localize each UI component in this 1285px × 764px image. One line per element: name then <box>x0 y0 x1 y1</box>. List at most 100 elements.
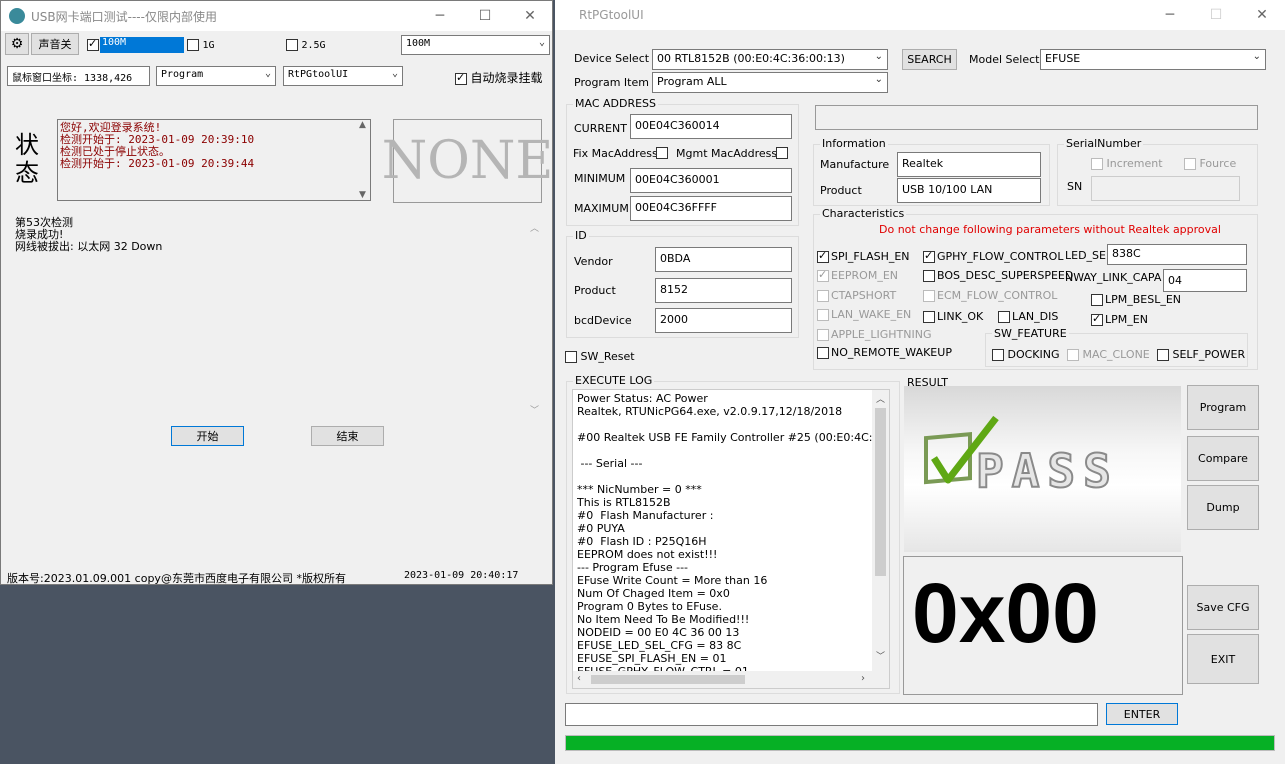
scroll-up-icon[interactable]: ︿ <box>876 392 885 405</box>
docking-checkbox[interactable] <box>992 349 1004 361</box>
minimize-icon[interactable]: ─ <box>417 1 463 31</box>
manufacture-field[interactable]: Realtek <box>897 152 1041 177</box>
maximize-icon[interactable]: ☐ <box>1193 0 1239 30</box>
execute-log-box[interactable]: Power Status: AC Power Realtek, RTUNicPG6… <box>572 389 890 689</box>
sound-toggle-button[interactable]: 声音关 <box>31 33 79 55</box>
search-button[interactable]: SEARCH <box>902 49 957 70</box>
no-remote-wakeup-option[interactable]: NO_REMOTE_WAKEUP <box>817 346 952 359</box>
vendor-field[interactable]: 0BDA <box>655 247 792 272</box>
lan-wake-en-label: LAN_WAKE_EN <box>831 308 912 321</box>
speed-1g-option[interactable]: 1G <box>187 38 215 51</box>
chevron-down-icon: ⌄ <box>538 37 545 48</box>
spi-flash-en-label: SPI_FLASH_EN <box>831 250 910 263</box>
lan-dis-checkbox[interactable] <box>998 311 1010 323</box>
sn-field[interactable] <box>1091 176 1240 201</box>
nway-field[interactable]: 04 <box>1163 269 1247 292</box>
link-ok-checkbox[interactable] <box>923 311 935 323</box>
bcd-device-field[interactable]: 2000 <box>655 308 792 333</box>
model-select-label: Model Select <box>969 53 1040 66</box>
minimum-mac-field[interactable]: 00E04C360001 <box>630 168 792 193</box>
footer-time: 2023-01-09 20:40:17 <box>404 570 519 581</box>
minimize-icon[interactable]: ─ <box>1147 0 1193 30</box>
led-sel-cfg-field[interactable]: 838C <box>1107 244 1247 265</box>
lpm-en-option[interactable]: LPM_EN <box>1091 312 1148 326</box>
scroll-right-icon[interactable]: › <box>861 673 865 684</box>
product-id-field[interactable]: 8152 <box>655 278 792 303</box>
detect-log-scrollbar[interactable]: ︿ ﹀ <box>527 215 541 420</box>
program-select[interactable]: Program ⌄ <box>156 66 276 86</box>
execute-log-line: EFUSE_SPI_FLASH_EN = 01 <box>577 652 727 665</box>
command-input[interactable] <box>565 703 1098 726</box>
scroll-up-icon[interactable]: ︿ <box>530 221 539 234</box>
scroll-down-icon[interactable]: ﹀ <box>530 403 539 416</box>
status-label: 状 态 <box>15 131 39 187</box>
auto-mount-checkbox[interactable] <box>455 71 467 85</box>
speed-select[interactable]: 100M ⌄ <box>401 35 550 55</box>
footer-version: 版本号:2023.01.09.001 copy@东莞市西度电子有限公司 *版权所… <box>7 572 346 585</box>
scroll-down-icon[interactable]: ▼ <box>359 190 366 200</box>
sw-reset-option[interactable]: SW_Reset <box>565 350 635 363</box>
exit-button[interactable]: EXIT <box>1187 634 1259 684</box>
product-field[interactable]: USB 10/100 LAN <box>897 178 1041 203</box>
program-item-select[interactable]: Program ALL ⌄ <box>652 72 888 93</box>
scroll-up-icon[interactable]: ▲ <box>359 120 366 130</box>
status-log-box[interactable]: 您好,欢迎登录系统! 检测开始于: 2023-01-09 20:39:10 检测已处… <box>57 119 371 201</box>
search-button-label: SEARCH <box>907 53 952 66</box>
spi-flash-en-checkbox[interactable] <box>817 249 829 263</box>
lpm-besl-en-checkbox[interactable] <box>1091 294 1103 306</box>
self-power-option[interactable]: SELF_POWER <box>1157 348 1245 361</box>
execute-log-vscroll[interactable]: ︿ ﹀ <box>872 390 889 672</box>
speed-2-5g-option[interactable]: 2.5G <box>286 38 326 51</box>
start-button[interactable]: 开始 <box>171 426 244 446</box>
speed-1g-checkbox[interactable] <box>187 39 199 51</box>
current-label: CURRENT <box>574 122 627 135</box>
program-button[interactable]: Program <box>1187 385 1259 430</box>
dump-button[interactable]: Dump <box>1187 485 1259 530</box>
mgmt-mac-checkbox[interactable] <box>776 146 788 159</box>
sw-reset-checkbox[interactable] <box>565 351 577 363</box>
end-button[interactable]: 结束 <box>311 426 384 446</box>
speed-100m-option[interactable] <box>87 37 99 51</box>
lpm-besl-en-option[interactable]: LPM_BESL_EN <box>1091 293 1181 306</box>
lan-dis-option[interactable]: LAN_DIS <box>998 310 1058 323</box>
dump-button-label: Dump <box>1206 501 1240 514</box>
status-log-scrollbar[interactable]: ▲ ▼ <box>356 120 370 200</box>
speed-2-5g-checkbox[interactable] <box>286 39 298 51</box>
settings-button[interactable]: ⚙ <box>5 33 29 55</box>
enter-button[interactable]: ENTER <box>1106 703 1178 725</box>
execute-log-hscroll[interactable]: ‹ › <box>573 671 889 688</box>
link-ok-option[interactable]: LINK_OK <box>923 310 983 323</box>
maximum-mac-field[interactable]: 00E04C36FFFF <box>630 196 792 221</box>
program-button-label: Program <box>1199 401 1247 414</box>
scroll-thumb[interactable] <box>875 408 886 576</box>
tool-select[interactable]: RtPGtoolUI ⌄ <box>283 66 403 86</box>
auto-mount-option[interactable]: 自动烧录挂载 <box>455 69 543 86</box>
model-select[interactable]: EFUSE ⌄ <box>1040 49 1266 70</box>
speed-100m-checkbox[interactable] <box>87 37 99 51</box>
compare-button[interactable]: Compare <box>1187 436 1259 481</box>
docking-option[interactable]: DOCKING <box>992 348 1060 361</box>
hscroll-thumb[interactable] <box>591 675 745 684</box>
device-select[interactable]: 00 RTL8152B (00:E0:4C:36:00:13) ⌄ <box>652 49 888 70</box>
detect-log-line: 网线被拔出: 以太网 32 Down <box>15 240 163 253</box>
lpm-en-checkbox[interactable] <box>1091 312 1103 326</box>
lpm-besl-en-label: LPM_BESL_EN <box>1105 293 1182 306</box>
scroll-left-icon[interactable]: ‹ <box>577 673 581 684</box>
mac-clone-option: MAC_CLONE <box>1067 348 1150 361</box>
fource-option: Fource <box>1184 157 1236 170</box>
save-cfg-button[interactable]: Save CFG <box>1187 585 1259 630</box>
current-mac-field[interactable]: 00E04C360014 <box>630 114 792 139</box>
bos-desc-superspeed-checkbox[interactable] <box>923 270 935 282</box>
gphy-flow-control-option[interactable]: GPHY_FLOW_CONTROL <box>923 249 1063 263</box>
no-remote-wakeup-checkbox[interactable] <box>817 347 829 359</box>
close-icon[interactable]: ✕ <box>507 1 553 31</box>
fix-mac-checkbox[interactable] <box>656 146 668 159</box>
bos-desc-superspeed-option[interactable]: BOS_DESC_SUPERSPEED <box>923 269 1073 282</box>
scroll-down-icon[interactable]: ﹀ <box>876 649 885 662</box>
apple-lightning-label: APPLE_LIGHTNING <box>831 328 932 341</box>
maximize-icon[interactable]: ☐ <box>462 1 508 31</box>
self-power-checkbox[interactable] <box>1157 349 1169 361</box>
spi-flash-en-option[interactable]: SPI_FLASH_EN <box>817 249 910 263</box>
close-icon[interactable]: ✕ <box>1239 0 1285 30</box>
gphy-flow-control-checkbox[interactable] <box>923 249 935 263</box>
